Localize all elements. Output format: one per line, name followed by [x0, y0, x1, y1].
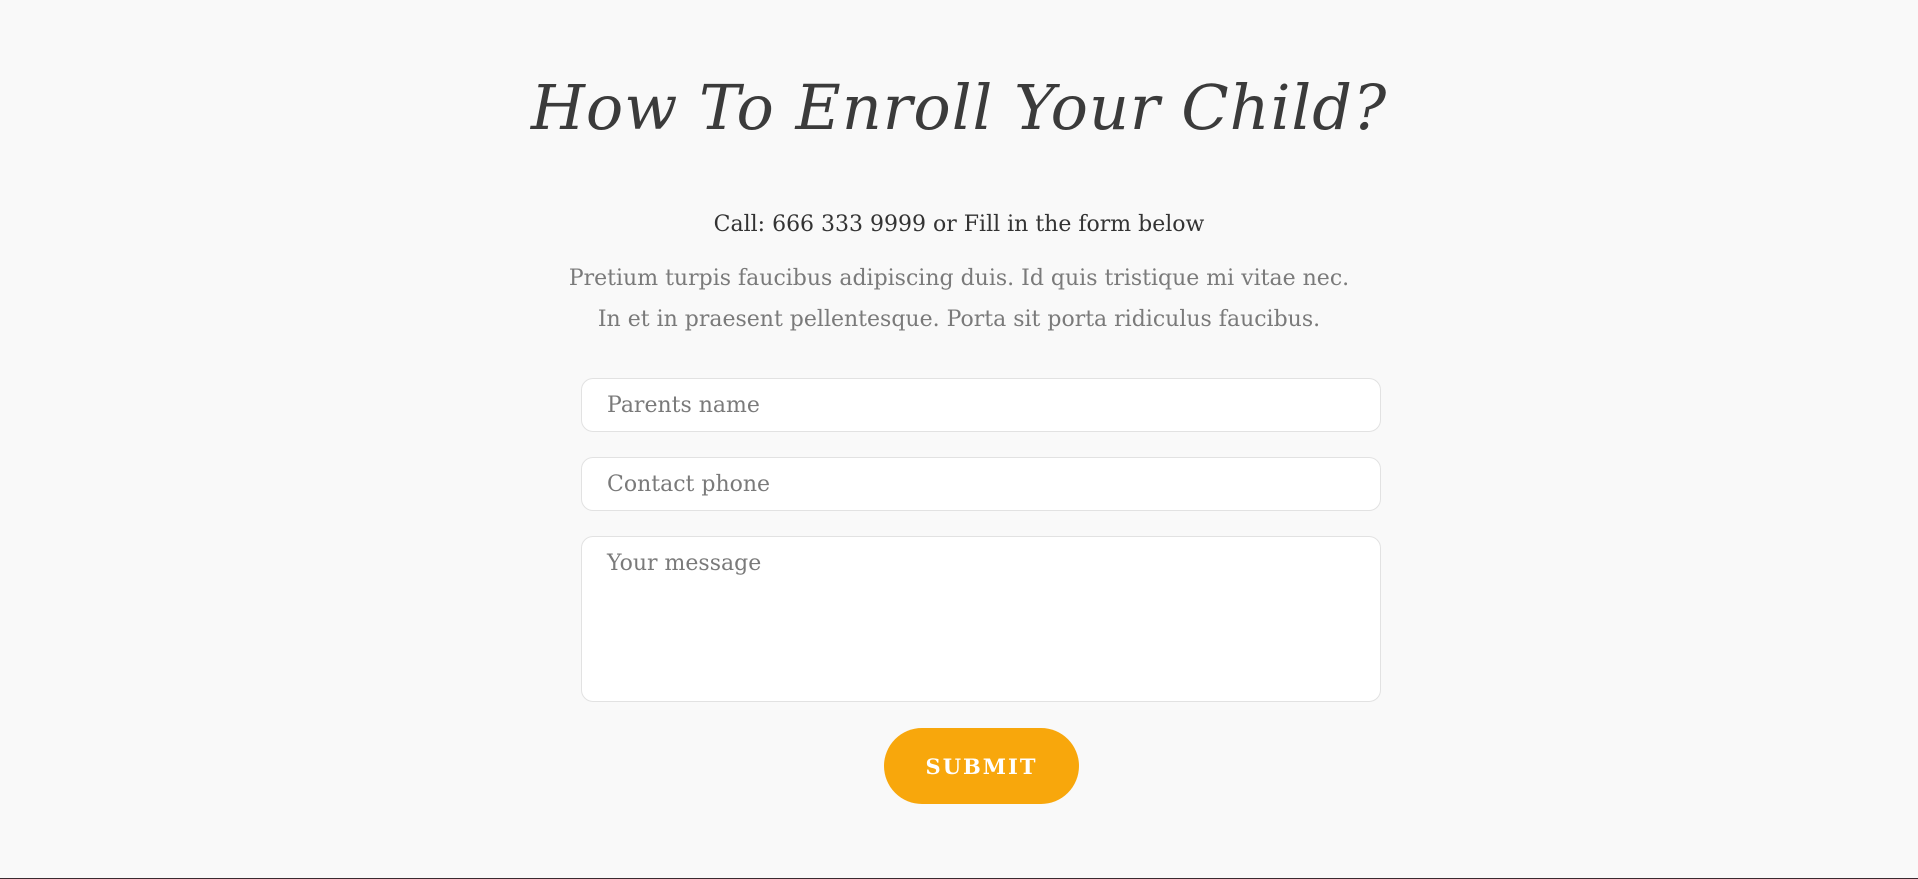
description-line-2: In et in praesent pellentesque. Porta si… — [597, 307, 1321, 332]
description: Pretium turpis faucibus adipiscing duis.… — [0, 258, 1918, 340]
contact-phone-input[interactable] — [581, 457, 1381, 511]
message-textarea[interactable] — [581, 536, 1381, 702]
parents-name-input[interactable] — [581, 378, 1381, 432]
description-line-1: Pretium turpis faucibus adipiscing duis.… — [568, 266, 1350, 291]
call-info: Call: 666 333 9999 or Fill in the form b… — [713, 212, 1205, 237]
enroll-section: How To Enroll Your Child? Call: 666 333 … — [0, 0, 1918, 878]
page-title: How To Enroll Your Child? — [530, 71, 1388, 144]
submit-button[interactable]: SUBMIT — [884, 728, 1079, 804]
